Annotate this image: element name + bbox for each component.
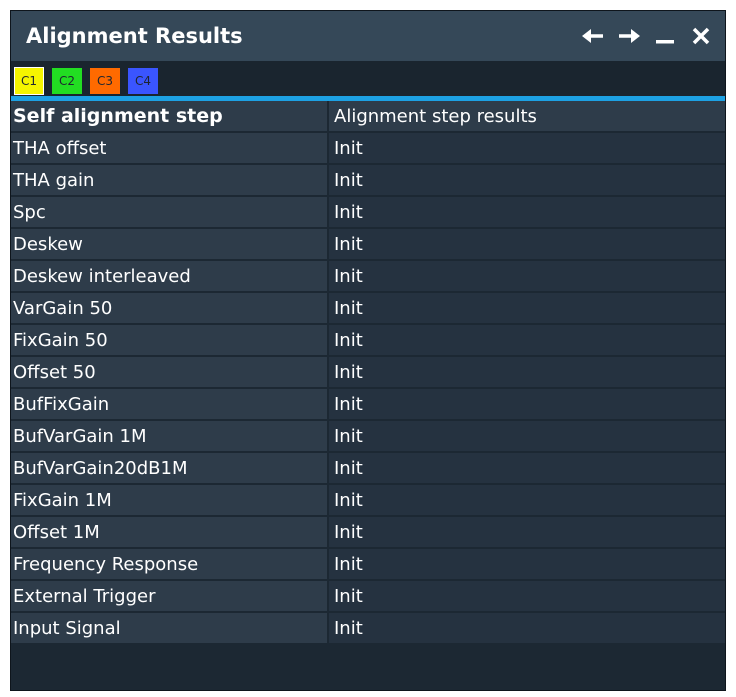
step-name-cell: External Trigger xyxy=(11,581,327,611)
table-row[interactable]: BufFixGain Init xyxy=(11,389,725,421)
step-result-cell: Init xyxy=(327,485,725,515)
step-name-cell: FixGain 1M xyxy=(11,485,327,515)
step-result-cell: Init xyxy=(327,229,725,259)
table-row[interactable]: BufVarGain 1M Init xyxy=(11,421,725,453)
step-result-cell: Init xyxy=(327,581,725,611)
step-result-cell: Init xyxy=(327,517,725,547)
minimize-button[interactable] xyxy=(647,16,683,56)
table-row[interactable]: External Trigger Init xyxy=(11,581,725,613)
step-name-cell: FixGain 50 xyxy=(11,325,327,355)
alignment-results-table: Self alignment step Alignment step resul… xyxy=(11,101,725,645)
table-row[interactable]: FixGain 50 Init xyxy=(11,325,725,357)
channel-tab-bar: C1 C2 C3 C4 xyxy=(11,61,725,101)
close-button[interactable] xyxy=(683,16,719,56)
step-name-cell: BufVarGain 1M xyxy=(11,421,327,451)
tab-c3[interactable]: C3 xyxy=(90,68,120,94)
step-result-cell: Init xyxy=(327,613,725,643)
table-row[interactable]: BufVarGain20dB1M Init xyxy=(11,453,725,485)
step-result-cell: Init xyxy=(327,453,725,483)
table-row[interactable]: Input Signal Init xyxy=(11,613,725,645)
alignment-results-window: Alignment Results C1 C2 C3 C4 Self align… xyxy=(10,10,726,691)
step-name-cell: Spc xyxy=(11,197,327,227)
forward-arrow-icon xyxy=(619,29,640,43)
channel-tabs: C1 C2 C3 C4 xyxy=(14,67,166,95)
table-row[interactable]: Offset 1M Init xyxy=(11,517,725,549)
tab-c4[interactable]: C4 xyxy=(128,68,158,94)
step-name-cell: BufVarGain20dB1M xyxy=(11,453,327,483)
tab-c2[interactable]: C2 xyxy=(52,68,82,94)
step-name-cell: Offset 50 xyxy=(11,357,327,387)
back-arrow-icon xyxy=(582,29,603,43)
step-result-cell: Init xyxy=(327,389,725,419)
table-row[interactable]: Spc Init xyxy=(11,197,725,229)
step-name-cell: Frequency Response xyxy=(11,549,327,579)
step-name-cell: Input Signal xyxy=(11,613,327,643)
table-row[interactable]: Frequency Response Init xyxy=(11,549,725,581)
table-header-row: Self alignment step Alignment step resul… xyxy=(11,101,725,133)
close-icon xyxy=(692,27,710,45)
table-row[interactable]: VarGain 50 Init xyxy=(11,293,725,325)
table-body: THA offset Init THA gain Init Spc Init Deskew I… xyxy=(11,133,725,645)
table-row[interactable]: THA offset Init xyxy=(11,133,725,165)
window-title: Alignment Results xyxy=(26,24,243,48)
step-result-cell: Init xyxy=(327,325,725,355)
step-result-cell: Init xyxy=(327,165,725,195)
step-name-cell: VarGain 50 xyxy=(11,293,327,323)
step-name-cell: THA offset xyxy=(11,133,327,163)
title-bar[interactable]: Alignment Results xyxy=(11,11,725,61)
table-row[interactable]: FixGain 1M Init xyxy=(11,485,725,517)
table-row[interactable]: Deskew Init xyxy=(11,229,725,261)
forward-button[interactable] xyxy=(611,16,647,56)
step-result-cell: Init xyxy=(327,293,725,323)
column-header-step: Self alignment step xyxy=(11,101,327,131)
step-name-cell: Offset 1M xyxy=(11,517,327,547)
back-button[interactable] xyxy=(575,16,611,56)
step-result-cell: Init xyxy=(327,133,725,163)
column-header-result: Alignment step results xyxy=(327,101,725,131)
table-row[interactable]: THA gain Init xyxy=(11,165,725,197)
step-name-cell: Deskew xyxy=(11,229,327,259)
step-result-cell: Init xyxy=(327,197,725,227)
step-result-cell: Init xyxy=(327,549,725,579)
table-row[interactable]: Offset 50 Init xyxy=(11,357,725,389)
step-name-cell: THA gain xyxy=(11,165,327,195)
table-row[interactable]: Deskew interleaved Init xyxy=(11,261,725,293)
step-name-cell: Deskew interleaved xyxy=(11,261,327,291)
step-result-cell: Init xyxy=(327,357,725,387)
tab-c1[interactable]: C1 xyxy=(14,67,44,95)
window-controls xyxy=(575,11,719,61)
step-result-cell: Init xyxy=(327,421,725,451)
step-result-cell: Init xyxy=(327,261,725,291)
step-name-cell: BufFixGain xyxy=(11,389,327,419)
minimize-icon xyxy=(656,40,674,44)
